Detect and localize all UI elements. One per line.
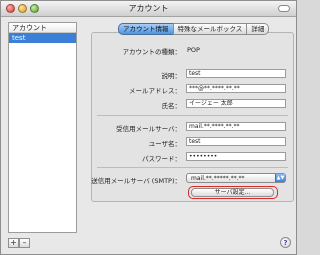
username-field[interactable]: test (186, 137, 286, 146)
account-list-header: アカウント (9, 23, 76, 33)
fullname-field[interactable]: イージェー 太郎 (186, 99, 286, 108)
help-button[interactable]: ? (280, 237, 291, 248)
section-divider (97, 167, 288, 168)
server-settings-highlight: サーバ設定... (188, 186, 278, 199)
account-list: アカウント test (8, 22, 77, 233)
server-settings-button[interactable]: サーバ設定... (191, 188, 274, 197)
email-field[interactable]: ***@**.****.**.** (186, 84, 286, 93)
title-bar: アカウント (1, 1, 296, 17)
remove-account-button[interactable]: – (19, 238, 30, 248)
email-label: メールアドレス： (129, 87, 181, 95)
account-list-item[interactable]: test (9, 33, 76, 43)
settings-tabs: アカウント情報 特殊なメールボックス 詳細 (118, 23, 270, 35)
description-label: 説明： (161, 72, 182, 80)
tab-advanced[interactable]: 詳細 (246, 23, 270, 35)
description-field[interactable]: test (186, 69, 286, 78)
account-type-value: POP (187, 46, 200, 54)
username-label: ユーザ名： (148, 140, 181, 148)
section-divider (97, 115, 288, 116)
toolbar-toggle-icon[interactable] (278, 5, 290, 12)
incoming-server-field[interactable]: mail.**.****.**.** (186, 122, 286, 131)
smtp-server-select[interactable]: mail.**.*****.**.** ▲▼ (186, 173, 286, 183)
smtp-label: 送信用メールサーバ (SMTP)： (91, 177, 181, 185)
tab-account-info[interactable]: アカウント情報 (118, 23, 174, 35)
tab-special-mailboxes[interactable]: 特殊なメールボックス (172, 23, 248, 35)
window-title: アカウント (128, 4, 169, 13)
incoming-server-label: 受信用メールサーバ： (116, 125, 181, 133)
add-account-button[interactable]: + (8, 238, 19, 248)
fullname-label: 氏名： (161, 102, 182, 110)
chevron-updown-icon: ▲▼ (275, 174, 285, 182)
account-window: アカウント アカウント test + – アカウント情報 特殊なメールボックス … (0, 0, 297, 255)
password-field[interactable]: •••••••• (186, 152, 286, 161)
account-type-label: アカウントの種類： (122, 48, 182, 56)
password-label: パスワード： (142, 155, 181, 163)
smtp-server-value: mail.**.*****.**.** (191, 175, 245, 182)
